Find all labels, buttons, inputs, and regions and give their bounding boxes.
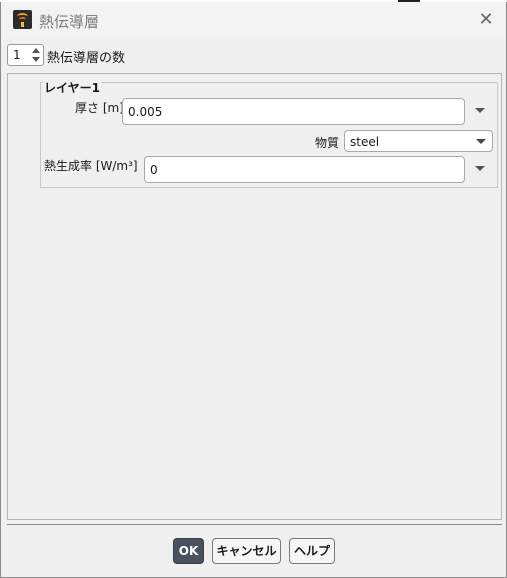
dialog-window: 熱伝導層 ✕ 1 熱伝導層の数 レイヤー1 厚さ [m] 0.005 物質 st… [0, 2, 507, 578]
material-value: steel [350, 135, 380, 149]
heat-generation-input[interactable]: 0 [144, 156, 465, 183]
thickness-input[interactable]: 0.005 [122, 98, 465, 125]
layer-group: レイヤー1 厚さ [m] 0.005 物質 steel 熱生成率 [W/m³] … [40, 79, 498, 188]
title-bar[interactable]: 熱伝導層 ✕ [1, 2, 506, 39]
layer-count-label: 熱伝導層の数 [47, 51, 126, 66]
window-title: 熱伝導層 [39, 13, 100, 31]
footer-divider [7, 524, 502, 525]
help-button[interactable]: ヘルプ [289, 538, 335, 564]
heat-generation-dropdown-icon[interactable] [475, 166, 485, 171]
layer-title: レイヤー1 [43, 79, 101, 96]
layer-count-spinner[interactable]: 1 [7, 44, 44, 66]
thickness-dropdown-icon[interactable] [475, 108, 485, 113]
layer-count-value: 1 [13, 48, 21, 62]
spinner-up-icon[interactable] [32, 48, 40, 53]
material-select[interactable]: steel [344, 130, 493, 152]
heat-generation-label: 熱生成率 [W/m³] [44, 159, 138, 173]
thickness-label: 厚さ [m] [75, 101, 124, 115]
chevron-down-icon [476, 139, 486, 144]
app-icon [13, 10, 32, 29]
material-label: 物質 [315, 136, 340, 150]
layers-panel: レイヤー1 厚さ [m] 0.005 物質 steel 熱生成率 [W/m³] … [7, 73, 502, 520]
close-icon[interactable]: ✕ [476, 10, 496, 30]
cancel-button[interactable]: キャンセル [212, 538, 281, 564]
spinner-down-icon[interactable] [32, 57, 40, 62]
ok-button[interactable]: OK [173, 538, 204, 564]
